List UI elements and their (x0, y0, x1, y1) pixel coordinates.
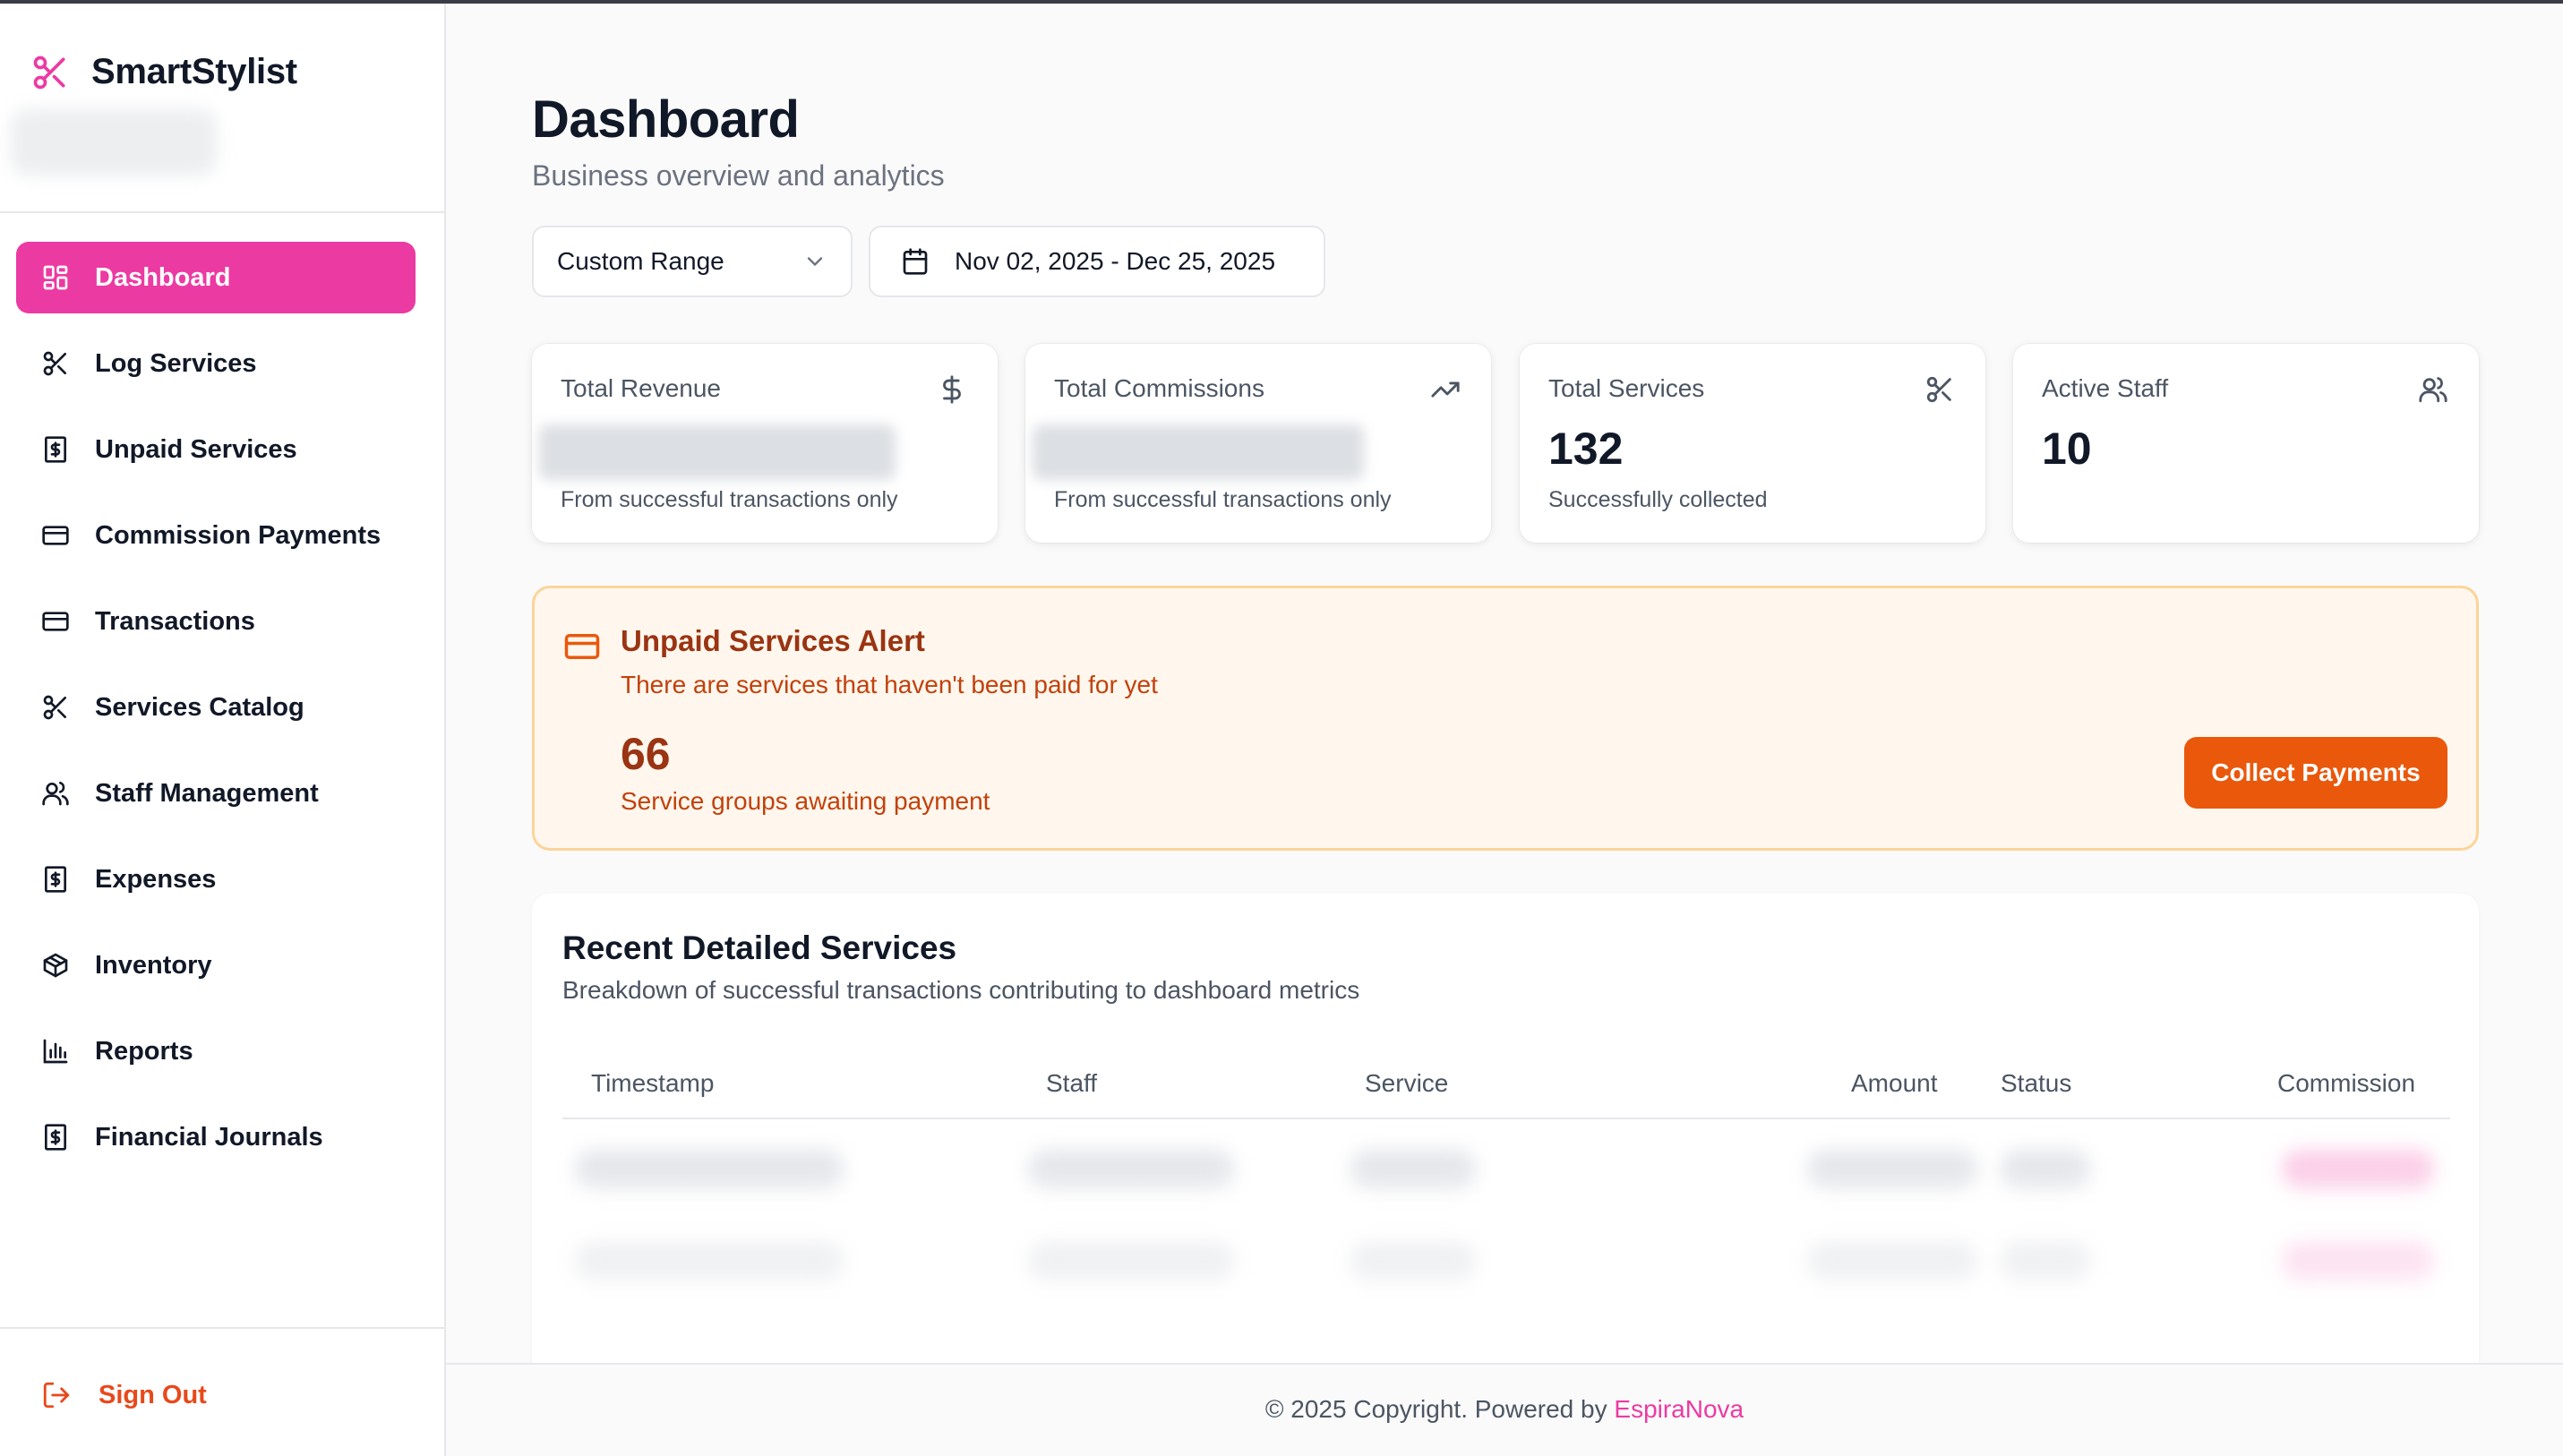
unpaid-count-label: Service groups awaiting payment (621, 787, 990, 815)
stat-label: Total Services (1548, 374, 1705, 402)
column-header-status[interactable]: Status (2001, 1069, 2071, 1098)
sidebar-nav: Dashboard Log Services Unpaid Services C… (16, 242, 416, 1187)
scissors-icon (33, 56, 65, 89)
unpaid-services-alert: Unpaid Services Alert There are services… (532, 586, 2479, 851)
scissors-icon (43, 695, 66, 720)
sidebar-item-expenses[interactable]: Expenses (16, 844, 416, 915)
scissors-icon (43, 351, 66, 376)
main-content: Dashboard Business overview and analytic… (446, 4, 2563, 1456)
stat-footnote: From successful transactions only (561, 487, 898, 512)
column-header-commission[interactable]: Commission (2277, 1069, 2415, 1098)
copyright-text: © 2025 Copyright. Powered by (1264, 1395, 1615, 1423)
footer: © 2025 Copyright. Powered by EspiraNova (446, 1363, 2563, 1456)
page-subtitle: Business overview and analytics (532, 159, 945, 192)
blurred-stat-value (539, 424, 896, 480)
sidebar-item-services-catalog[interactable]: Services Catalog (16, 672, 416, 743)
stat-card-total-revenue: Total Revenue From successful transactio… (532, 344, 998, 543)
sidebar-item-log-services[interactable]: Log Services (16, 328, 416, 399)
chevron-down-icon (807, 257, 823, 267)
scissors-icon (1926, 376, 1951, 403)
stat-footnote: Successfully collected (1548, 487, 1768, 512)
stat-card-active-staff: Active Staff 10 (2013, 344, 2479, 543)
dashboard-grid-icon (43, 265, 68, 290)
sidebar-item-staff-management[interactable]: Staff Management (16, 758, 416, 829)
sidebar-divider-bottom (0, 1327, 444, 1329)
trending-up-icon (1431, 381, 1460, 398)
calendar-icon (903, 248, 928, 275)
credit-card-icon (42, 526, 69, 545)
table-title: Recent Detailed Services (562, 929, 957, 966)
users-icon (2419, 377, 2447, 403)
date-range-select-value: Custom Range (557, 247, 724, 275)
sign-out-label: Sign Out (99, 1380, 207, 1409)
stat-card-total-commissions: Total Commissions From successful transa… (1025, 344, 1491, 543)
column-header-timestamp[interactable]: Timestamp (591, 1069, 714, 1098)
sidebar-item-label: Services Catalog (95, 692, 304, 722)
stat-label: Total Revenue (561, 374, 722, 402)
dollar-icon (943, 375, 961, 404)
stat-label: Active Staff (2042, 374, 2169, 402)
sidebar-item-label: Unpaid Services (95, 434, 297, 464)
stat-value: 132 (1548, 424, 1624, 474)
sidebar-item-label: Financial Journals (95, 1122, 323, 1152)
sidebar-item-label: Log Services (95, 348, 257, 378)
stat-value: 10 (2042, 424, 2092, 474)
sidebar-item-transactions[interactable]: Transactions (16, 586, 416, 657)
sidebar-item-label: Dashboard (95, 262, 231, 292)
sidebar-item-label: Transactions (95, 606, 255, 636)
sidebar-item-dashboard[interactable]: Dashboard (16, 242, 416, 313)
sidebar-item-label: Staff Management (95, 778, 319, 808)
blurred-business-name (11, 109, 217, 176)
sidebar-item-reports[interactable]: Reports (16, 1015, 416, 1087)
package-icon (43, 953, 68, 978)
alert-title: Unpaid Services Alert (621, 624, 925, 657)
app-name: SmartStylist (91, 52, 297, 91)
sidebar-item-commission-payments[interactable]: Commission Payments (16, 500, 416, 571)
sidebar-item-label: Reports (95, 1036, 193, 1066)
date-range-text: Nov 02, 2025 - Dec 25, 2025 (955, 247, 1276, 275)
sidebar-item-label: Commission Payments (95, 520, 381, 550)
credit-card-icon (42, 612, 69, 631)
sidebar-item-financial-journals[interactable]: Financial Journals (16, 1101, 416, 1173)
stat-footnote: From successful transactions only (1054, 487, 1392, 512)
table-subtitle: Breakdown of successful transactions con… (562, 976, 1360, 1004)
stat-label: Total Commissions (1054, 374, 1264, 402)
receipt-dollar-icon (45, 436, 66, 463)
recent-services-table: Recent Detailed Services Breakdown of su… (532, 894, 2479, 1395)
date-range-select[interactable]: Custom Range (532, 226, 853, 297)
column-header-amount[interactable]: Amount (1851, 1069, 1938, 1098)
table-header: Timestamp Staff Service Amount Status Co… (562, 1048, 2450, 1119)
column-header-service[interactable]: Service (1365, 1069, 1448, 1098)
sidebar-item-label: Inventory (95, 950, 212, 980)
sidebar: SmartStylist Dashboard Log Services Unpa… (0, 4, 446, 1456)
sidebar-item-label: Expenses (95, 864, 217, 894)
table-fade-overlay (532, 1162, 2479, 1395)
sidebar-item-inventory[interactable]: Inventory (16, 929, 416, 1001)
stat-card-total-services: Total Services 132 Successfully collecte… (1520, 344, 1985, 543)
alert-description: There are services that haven't been pai… (621, 671, 1158, 698)
unpaid-count: 66 (621, 729, 671, 779)
bar-chart-icon (43, 1039, 68, 1064)
users-icon (42, 781, 69, 806)
receipt-dollar-icon (45, 1124, 66, 1151)
column-header-staff[interactable]: Staff (1046, 1069, 1097, 1098)
credit-card-icon (564, 634, 600, 659)
log-out-icon (43, 1382, 70, 1409)
date-picker-button[interactable]: Nov 02, 2025 - Dec 25, 2025 (869, 226, 1325, 297)
sidebar-item-unpaid-services[interactable]: Unpaid Services (16, 414, 416, 485)
blurred-stat-value (1033, 424, 1364, 480)
page-title: Dashboard (532, 90, 800, 149)
collect-payments-button[interactable]: Collect Payments (2184, 737, 2447, 809)
sign-out-button[interactable]: Sign Out (41, 1359, 207, 1431)
stats-cards: Total Revenue From successful transactio… (532, 344, 2479, 543)
sidebar-divider (0, 211, 444, 213)
receipt-dollar-icon (45, 866, 66, 893)
brand[interactable]: SmartStylist (30, 52, 297, 92)
powered-by-link[interactable]: EspiraNova (1614, 1395, 1744, 1423)
